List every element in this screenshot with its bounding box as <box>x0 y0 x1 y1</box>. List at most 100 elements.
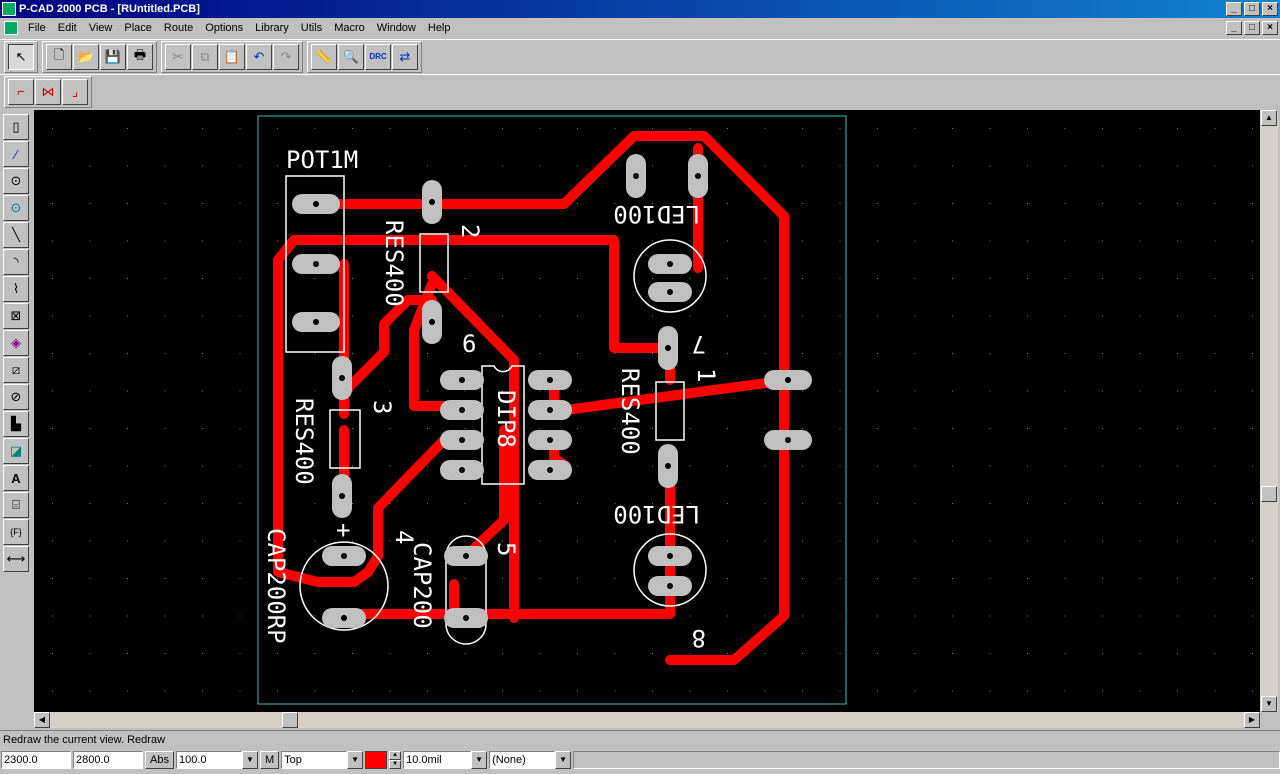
style-select[interactable]: (None) ▼ <box>489 751 572 769</box>
drill-hole <box>695 173 701 179</box>
res-right-label: RES400 <box>616 368 644 455</box>
drill-hole <box>547 377 553 383</box>
net-8-label: 8 <box>692 624 706 652</box>
doc-maximize-button[interactable]: □ <box>1244 21 1260 35</box>
paste-icon[interactable]: 📋 <box>219 43 245 70</box>
drill-hole <box>667 583 673 589</box>
main-toolbar: ↖ 🗋 📂 💾 🖶 ✂ ⧉ 📋 ↶ ↷ 📏 🔍 DRC ⇄ <box>0 39 1280 73</box>
netlist-icon[interactable]: ⇄ <box>392 43 418 70</box>
abs-button[interactable]: Abs <box>145 751 174 769</box>
grid-value: 100.0 <box>175 751 242 769</box>
menu-place[interactable]: Place <box>118 18 158 38</box>
place-via-icon[interactable]: ⊙ <box>3 195 29 221</box>
close-button[interactable]: × <box>1262 2 1278 16</box>
measure-icon[interactable]: 📏 <box>311 43 337 70</box>
menu-view[interactable]: View <box>83 18 119 38</box>
vertical-scroll-thumb[interactable] <box>1261 486 1277 502</box>
place-copper-pour-icon[interactable]: ⊠ <box>3 303 29 329</box>
vertical-scrollbar[interactable]: ▲ ▼ <box>1260 110 1278 712</box>
chevron-down-icon[interactable]: ▼ <box>555 751 572 769</box>
window-title: P-CAD 2000 PCB - [RUntitled.PCB] <box>19 3 200 15</box>
menu-macro[interactable]: Macro <box>328 18 371 38</box>
layer-color-swatch[interactable] <box>365 751 388 769</box>
scroll-up-button[interactable]: ▲ <box>1261 110 1277 126</box>
place-point-icon[interactable]: ▙ <box>3 411 29 437</box>
chevron-down-icon[interactable]: ▼ <box>347 751 364 769</box>
drill-hole <box>459 467 465 473</box>
place-dimension-icon[interactable]: ⟷ <box>3 546 29 572</box>
drc-icon[interactable]: DRC <box>365 43 391 70</box>
drill-hole <box>667 261 673 267</box>
menu-options[interactable]: Options <box>199 18 249 38</box>
layer-select[interactable]: Top ▼ <box>281 751 364 769</box>
redo-icon[interactable]: ↷ <box>273 43 299 70</box>
menu-help[interactable]: Help <box>422 18 457 38</box>
drill-hole <box>341 615 347 621</box>
place-connection-icon[interactable]: ∕ <box>3 141 29 167</box>
scroll-left-button[interactable]: ◀ <box>34 712 50 728</box>
pcb-board-drawing[interactable]: POT1M RES400 RES400 RES400 LED100 LED100… <box>34 110 1260 712</box>
drill-hole <box>785 377 791 383</box>
menu-utils[interactable]: Utils <box>295 18 328 38</box>
drill-hole <box>665 345 671 351</box>
undo-icon[interactable]: ↶ <box>246 43 272 70</box>
minimize-button[interactable]: _ <box>1226 2 1242 16</box>
new-file-icon[interactable]: 🗋 <box>46 43 72 70</box>
drill-hole <box>547 407 553 413</box>
menu-edit[interactable]: Edit <box>52 18 83 38</box>
cap-label: CAP200 <box>408 542 436 629</box>
place-component-icon[interactable]: ▯ <box>3 114 29 140</box>
zoom-icon[interactable]: 🔍 <box>338 43 364 70</box>
route-manual-icon[interactable]: ⌐ <box>8 78 34 105</box>
print-icon[interactable]: 🖶 <box>127 43 153 70</box>
menu-library[interactable]: Library <box>249 18 295 38</box>
res-top-label: RES400 <box>380 220 408 307</box>
menu-route[interactable]: Route <box>158 18 199 38</box>
y-coordinate-field[interactable]: 2800.0 <box>73 751 143 769</box>
drill-hole <box>313 201 319 207</box>
layer-spinner[interactable]: ▲ ▼ <box>389 751 402 769</box>
drill-hole <box>633 173 639 179</box>
horizontal-scrollbar[interactable]: ◀ ▶ <box>34 712 1260 728</box>
x-coordinate-field[interactable]: 2300.0 <box>1 751 71 769</box>
place-keepout-icon[interactable]: ⊘ <box>3 384 29 410</box>
line-width-select[interactable]: 10.0mil ▼ <box>403 751 488 769</box>
scroll-down-button[interactable]: ▼ <box>1261 696 1277 712</box>
open-folder-icon[interactable]: 📂 <box>73 43 99 70</box>
chevron-down-icon[interactable]: ▼ <box>241 751 258 769</box>
drill-hole <box>463 553 469 559</box>
doc-close-button[interactable]: × <box>1262 21 1278 35</box>
place-field-icon[interactable]: {F} <box>3 519 29 545</box>
save-icon[interactable]: 💾 <box>100 43 126 70</box>
menu-window[interactable]: Window <box>371 18 422 38</box>
place-line-icon[interactable]: ╲ <box>3 222 29 248</box>
net-1-label: 1 <box>692 368 720 382</box>
m-button[interactable]: M <box>259 751 280 769</box>
toolbar-group-edit: ✂ ⧉ 📋 ↶ ↷ <box>161 40 303 73</box>
line-width-value: 10.0mil <box>403 751 472 769</box>
route-miter-icon[interactable]: ⌟ <box>62 78 88 105</box>
menu-bar: File Edit View Place Route Options Libra… <box>0 18 1280 38</box>
pcb-canvas[interactable]: POT1M RES400 RES400 RES400 LED100 LED100… <box>34 110 1260 712</box>
grid-select[interactable]: 100.0 ▼ <box>175 751 258 769</box>
place-room-icon[interactable]: ◪ <box>3 438 29 464</box>
copy-icon[interactable]: ⧉ <box>192 43 218 70</box>
maximize-button[interactable]: □ <box>1244 2 1260 16</box>
cut-icon[interactable]: ✂ <box>165 43 191 70</box>
doc-minimize-button[interactable]: _ <box>1226 21 1242 35</box>
place-plane-icon[interactable]: ⧄ <box>3 357 29 383</box>
place-text-icon[interactable]: A <box>3 465 29 491</box>
route-interactive-icon[interactable]: ⋈ <box>35 78 61 105</box>
select-tool-button[interactable]: ↖ <box>8 43 34 70</box>
place-polygon-icon[interactable]: ⌇ <box>3 276 29 302</box>
place-cutout-icon[interactable]: ◈ <box>3 330 29 356</box>
scroll-right-button[interactable]: ▶ <box>1244 712 1260 728</box>
place-pad-icon[interactable]: ⊙ <box>3 168 29 194</box>
menu-file[interactable]: File <box>22 18 52 38</box>
document-icon[interactable] <box>4 21 18 35</box>
place-attribute-icon[interactable]: ⌸ <box>3 492 29 518</box>
place-arc-icon[interactable]: ◝ <box>3 249 29 275</box>
chevron-down-icon[interactable]: ▼ <box>471 751 488 769</box>
net-2-label: 2 <box>456 224 484 238</box>
horizontal-scroll-thumb[interactable] <box>282 712 298 728</box>
